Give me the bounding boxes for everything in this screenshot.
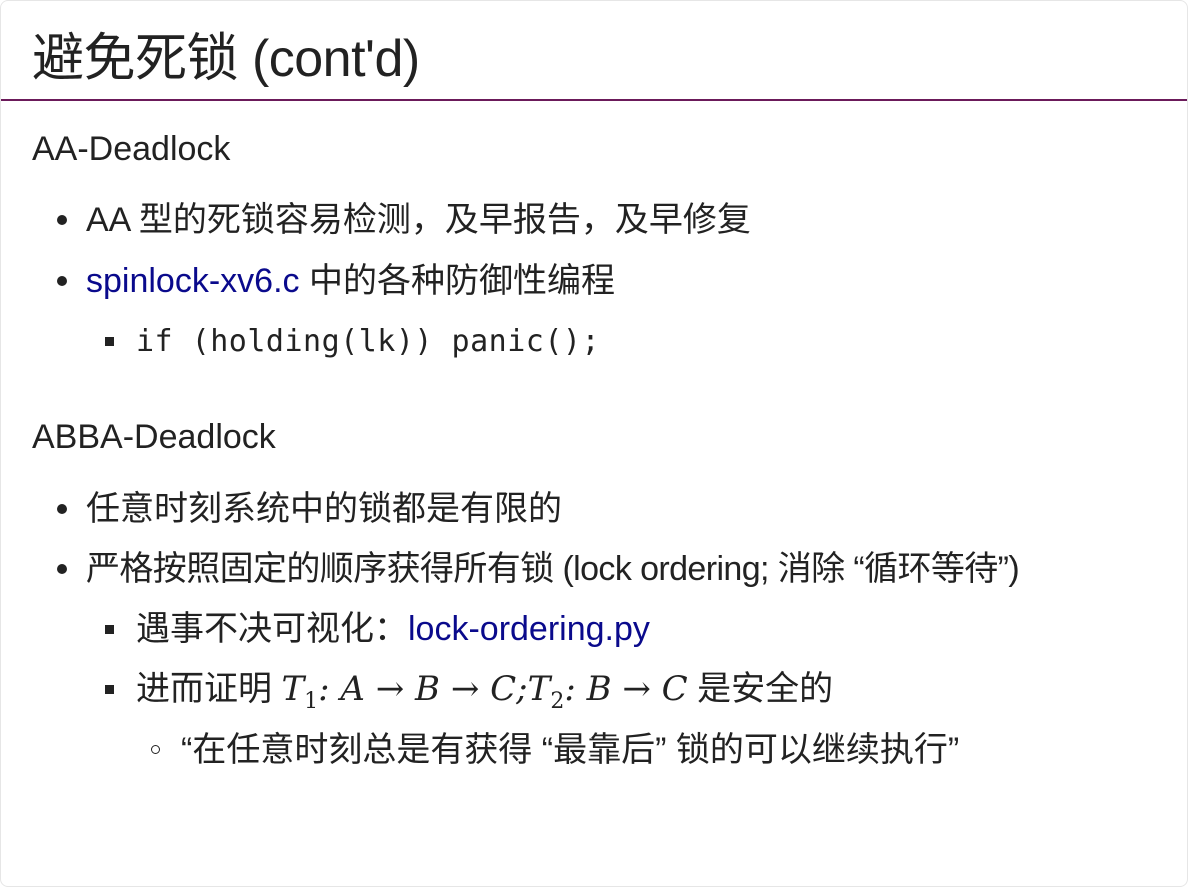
- bullet-square-icon: [105, 685, 114, 694]
- bullet-square-icon: [105, 625, 114, 634]
- math-t1-sub: 1: [304, 689, 319, 714]
- list-item-prove-safe: 进而证明 T1: A → B → C;T2: B → C 是安全的: [136, 667, 834, 713]
- list-item-aa-detect: AA 型的死锁容易检测，及早报告，及早修复: [86, 201, 751, 239]
- math-seq1: : A → B → C;: [318, 669, 528, 709]
- section-heading-aa-deadlock: AA-Deadlock: [32, 130, 231, 168]
- list-item-finite-locks: 任意时刻系统中的锁都是有限的: [86, 490, 562, 528]
- bullet-dot-icon: [57, 564, 67, 574]
- prove-text-before: 进而证明: [136, 670, 282, 708]
- slide: 避免死锁 (cont'd) AA-Deadlock AA 型的死锁容易检测，及早…: [0, 0, 1188, 887]
- code-snippet-holding-panic: if (holding(lk)) panic();: [136, 324, 601, 359]
- bullet-dot-icon: [57, 276, 67, 286]
- section-heading-abba-deadlock: ABBA-Deadlock: [32, 418, 276, 456]
- list-item-visualize: 遇事不决可视化：lock-ordering.py: [136, 607, 650, 651]
- list-item-spinlock-text: 中的各种防御性编程: [299, 262, 615, 300]
- math-t2-sub: 2: [550, 689, 565, 714]
- title-bar: 避免死锁 (cont'd): [1, 1, 1187, 101]
- bullet-circle-icon: [151, 745, 160, 754]
- list-item-lock-ordering: 严格按照固定的顺序获得所有锁 (lock ordering; 消除 “循环等待”…: [86, 550, 1020, 588]
- math-t2: T: [527, 669, 551, 709]
- bullet-dot-icon: [57, 504, 67, 514]
- list-item-latest-lock: “在任意时刻总是有获得 “最靠后” 锁的可以继续执行”: [181, 731, 960, 769]
- math-formula: T1: A → B → C;T2: B → C: [281, 669, 688, 713]
- list-item-spinlock: spinlock-xv6.c 中的各种防御性编程: [86, 259, 615, 303]
- math-t1: T: [281, 669, 305, 709]
- lock-ordering-py-link[interactable]: lock-ordering.py: [408, 610, 650, 648]
- bullet-square-icon: [105, 337, 114, 346]
- spinlock-xv6-link[interactable]: spinlock-xv6.c: [86, 262, 300, 300]
- prove-text-after: 是安全的: [687, 670, 834, 708]
- bullet-dot-icon: [57, 215, 67, 225]
- page-title: 避免死锁 (cont'd): [32, 30, 420, 88]
- list-item-visualize-text: 遇事不决可视化：: [136, 610, 408, 648]
- math-seq2: : B → C: [564, 669, 688, 709]
